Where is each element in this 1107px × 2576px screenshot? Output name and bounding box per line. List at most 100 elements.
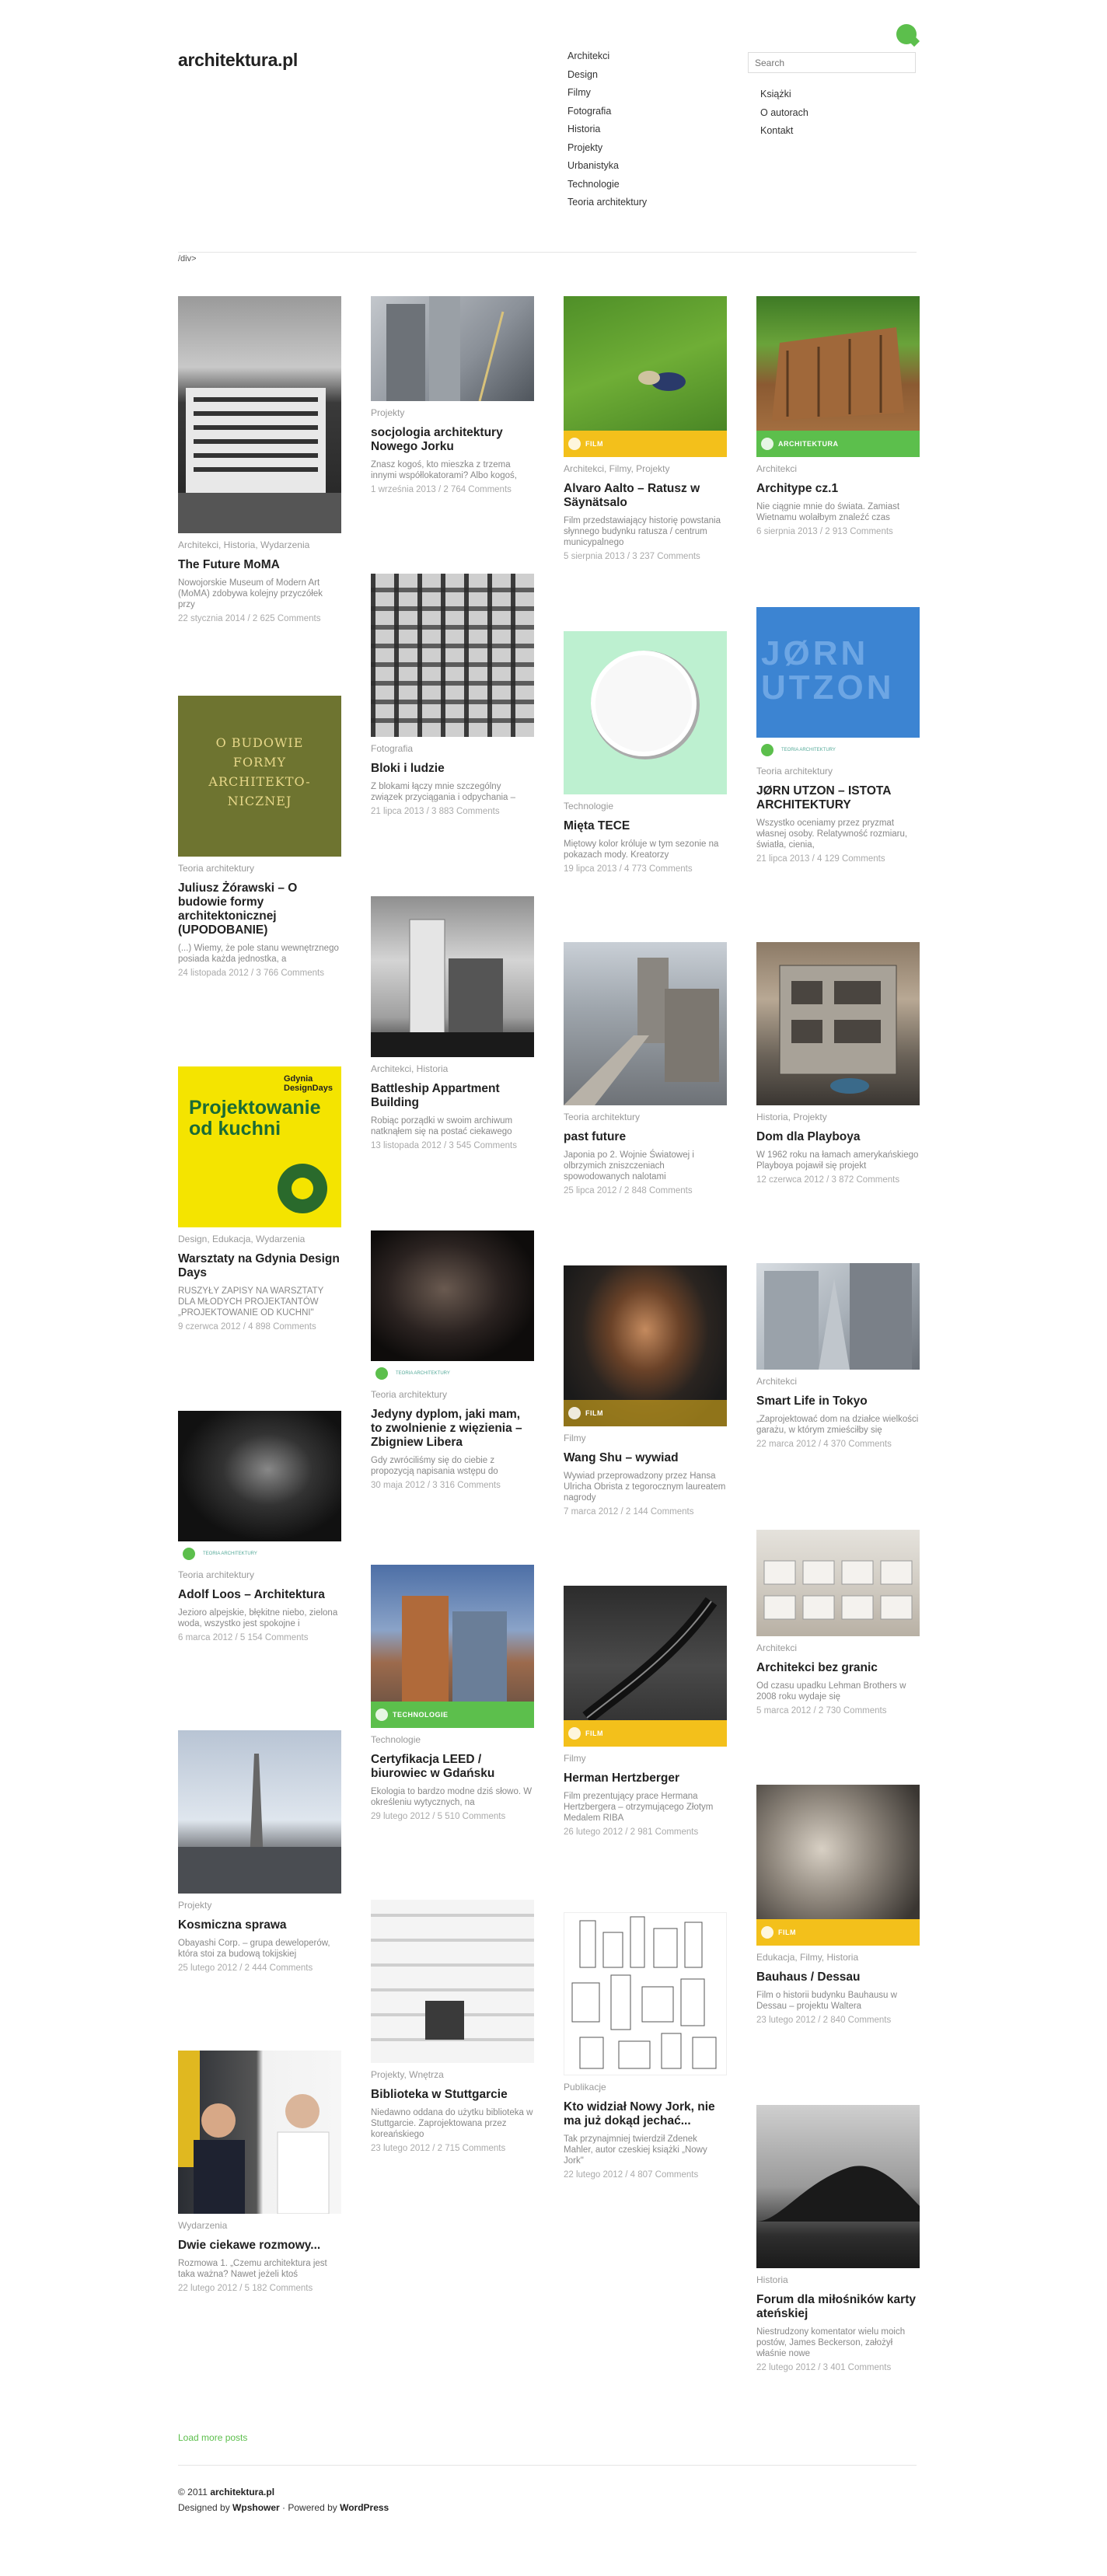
post-title[interactable]: Kto widział Nowy Jork, nie ma już dokąd …	[564, 2100, 727, 2128]
post-title[interactable]: Battleship Appartment Building	[371, 1082, 534, 1110]
post-categories[interactable]: Architekci, Filmy, Projekty	[564, 463, 727, 475]
post-categories[interactable]: Projekty	[371, 407, 534, 419]
post-title[interactable]: Bloki i ludzie	[371, 762, 534, 776]
footer-site-link[interactable]: architektura.pl	[210, 2487, 274, 2497]
post-thumbnail[interactable]	[371, 296, 534, 401]
post-title[interactable]: Wang Shu – wywiad	[564, 1451, 727, 1465]
post-categories[interactable]: Teoria architektury	[178, 1569, 341, 1581]
post-meta: 23 lutego 2012 / 2 840 Comments	[756, 2016, 892, 2025]
post-categories[interactable]: Teoria architektury	[371, 1389, 534, 1401]
nav-item[interactable]: Książki	[760, 86, 808, 104]
post-thumbnail[interactable]: FILM	[564, 1586, 727, 1747]
nav-item[interactable]: Filmy	[567, 84, 647, 103]
post-title[interactable]: Kosmiczna sprawa	[178, 1918, 341, 1932]
post-thumbnail[interactable]: ARCHITEKTURA	[756, 296, 920, 457]
post-thumbnail[interactable]	[371, 574, 534, 737]
post-title[interactable]: Architype cz.1	[756, 482, 920, 496]
post-categories[interactable]: Historia, Projekty	[756, 1112, 920, 1123]
post-title[interactable]: Bauhaus / Dessau	[756, 1970, 920, 1984]
platform-link[interactable]: WordPress	[340, 2502, 389, 2513]
post-thumbnail[interactable]	[178, 2051, 341, 2214]
post-thumbnail[interactable]: FILM	[564, 1265, 727, 1426]
post-thumbnail[interactable]	[371, 1230, 534, 1361]
post-thumbnail[interactable]: FILM	[756, 1785, 920, 1946]
post-title[interactable]: Herman Hertzberger	[564, 1771, 727, 1785]
post-thumbnail[interactable]	[564, 1912, 727, 2075]
post-title[interactable]: JØRN UTZON – ISTOTA ARCHITEKTURY	[756, 784, 920, 812]
post-thumbnail[interactable]	[756, 942, 920, 1105]
post-title[interactable]: past future	[564, 1130, 727, 1144]
post-thumbnail[interactable]: O BUDOWIE FORMY ARCHITEKTO-NICZNEJ	[178, 696, 341, 857]
post-title[interactable]: Forum dla miłośników karty ateńskiej	[756, 2293, 920, 2321]
post-title[interactable]: Dwie ciekawe rozmowy...	[178, 2239, 341, 2253]
post-categories[interactable]: Technologie	[371, 1734, 534, 1746]
post-title[interactable]: Mięta TECE	[564, 819, 727, 833]
designer-link[interactable]: Wpshower	[232, 2502, 280, 2513]
post-title[interactable]: Jedyny dyplom, jaki mam, to zwolnienie z…	[371, 1408, 534, 1450]
post-title[interactable]: Certyfikacja LEED / biurowiec w Gdańsku	[371, 1753, 534, 1781]
post-categories[interactable]: Filmy	[564, 1753, 727, 1764]
post-title[interactable]: socjologia architektury Nowego Jorku	[371, 426, 534, 454]
load-more-link[interactable]: Load more posts	[178, 2432, 247, 2443]
post-categories[interactable]: Architekci, Historia	[371, 1063, 534, 1075]
post-categories[interactable]: Architekci, Historia, Wydarzenia	[178, 539, 341, 551]
post-title[interactable]: Architekci bez granic	[756, 1661, 920, 1675]
post-categories[interactable]: Teoria architektury	[178, 863, 341, 874]
post-title[interactable]: The Future MoMA	[178, 558, 341, 572]
post-categories[interactable]: Projekty, Wnętrza	[371, 2069, 534, 2081]
secondary-navigation: Książki O autorach Kontakt	[760, 86, 808, 141]
nav-item[interactable]: Fotografia	[567, 103, 647, 121]
post-thumbnail[interactable]	[756, 2105, 920, 2268]
post-thumbnail[interactable]	[178, 1730, 341, 1894]
nav-item[interactable]: Projekty	[567, 139, 647, 158]
post-title[interactable]: Alvaro Aalto – Ratusz w Säynätsalo	[564, 482, 727, 510]
post-categories[interactable]: Historia	[756, 2274, 920, 2286]
post-title[interactable]: Warsztaty na Gdynia Design Days	[178, 1252, 341, 1280]
post-categories[interactable]: Architekci	[756, 1376, 920, 1387]
post-categories[interactable]: Wydarzenia	[178, 2220, 341, 2232]
post-thumbnail[interactable]: Gdynia DesignDays Projektowanie od kuchn…	[178, 1066, 341, 1227]
post-categories[interactable]: Teoria architektury	[564, 1112, 727, 1123]
post-thumbnail[interactable]	[178, 296, 341, 533]
badge-label: FILM	[585, 1409, 603, 1417]
nav-item[interactable]: Urbanistyka	[567, 157, 647, 176]
post-thumbnail[interactable]	[756, 1263, 920, 1370]
nav-item[interactable]: O autorach	[760, 104, 808, 123]
nav-item[interactable]: Kontakt	[760, 122, 808, 141]
post-title[interactable]: Juliusz Żórawski – O budowie formy archi…	[178, 881, 341, 937]
post-thumbnail[interactable]: TECHNOLOGIE	[371, 1565, 534, 1728]
post-thumbnail[interactable]	[756, 1530, 920, 1636]
search-input[interactable]	[748, 52, 916, 73]
post-categories[interactable]: Publikacje	[564, 2082, 727, 2093]
post-title[interactable]: Smart Life in Tokyo	[756, 1394, 920, 1408]
category-strip-label: TEORIA ARCHITEKTURY	[396, 1371, 450, 1376]
post-categories[interactable]: Fotografia	[371, 743, 534, 755]
post-title[interactable]: Adolf Loos – Architektura	[178, 1588, 341, 1602]
post-categories[interactable]: Architekci	[756, 463, 920, 475]
nav-item[interactable]: Design	[567, 66, 647, 85]
nav-item[interactable]: Teoria architektury	[567, 194, 647, 212]
post-thumbnail[interactable]: JØRN UTZON	[756, 607, 920, 738]
nav-item[interactable]: Architekci	[567, 47, 647, 66]
post-categories[interactable]: Technologie	[564, 801, 727, 812]
post-meta: 22 lutego 2012 / 4 807 Comments	[564, 2170, 699, 2180]
post-thumbnail[interactable]: FILM	[564, 296, 727, 457]
post-categories[interactable]: Teoria architektury	[756, 766, 920, 777]
post-thumbnail[interactable]	[371, 1900, 534, 2063]
post-categories[interactable]: Architekci	[756, 1642, 920, 1654]
post-title[interactable]: Biblioteka w Stuttgarcie	[371, 2088, 534, 2102]
post-thumbnail[interactable]	[371, 896, 534, 1057]
post-excerpt: Wywiad przeprowadzony przez Hansa Ulrich…	[564, 1471, 726, 1503]
site-logo[interactable]: architektura.pl	[178, 50, 298, 71]
post-card: Wydarzenia Dwie ciekawe rozmowy... Rozmo…	[178, 2051, 341, 2294]
post-categories[interactable]: Projekty	[178, 1900, 341, 1911]
nav-item[interactable]: Historia	[567, 120, 647, 139]
post-thumbnail[interactable]	[178, 1411, 341, 1541]
post-title[interactable]: Dom dla Playboya	[756, 1130, 920, 1144]
post-thumbnail[interactable]	[564, 631, 727, 794]
post-categories[interactable]: Edukacja, Filmy, Historia	[756, 1952, 920, 1963]
post-thumbnail[interactable]	[564, 942, 727, 1105]
nav-item[interactable]: Technologie	[567, 176, 647, 194]
post-categories[interactable]: Design, Edukacja, Wydarzenia	[178, 1234, 341, 1245]
post-categories[interactable]: Filmy	[564, 1433, 727, 1444]
